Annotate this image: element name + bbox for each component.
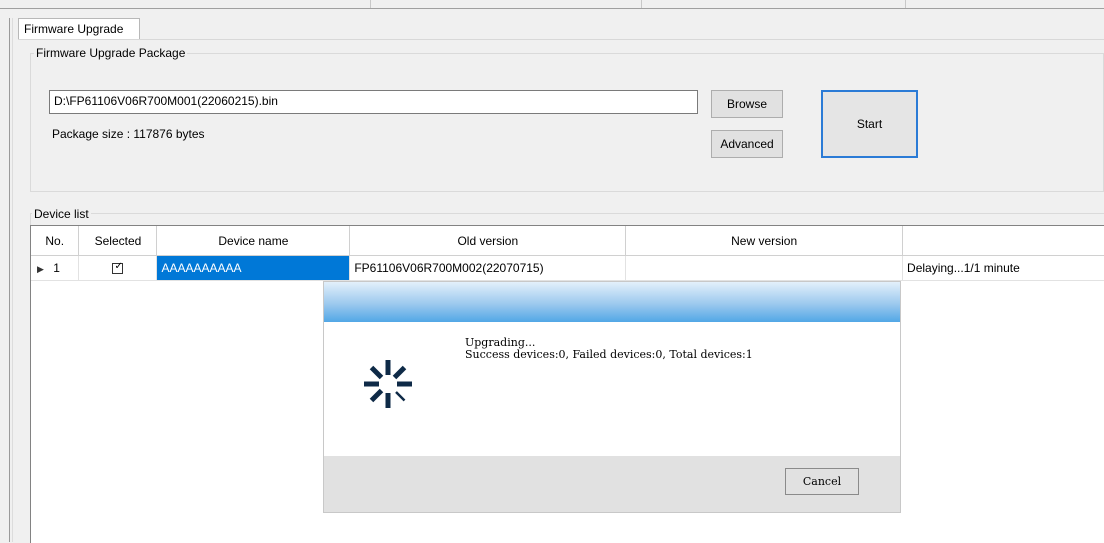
device-list-group-label: Device list [32,207,91,221]
upgrade-progress-dialog: Upgrading... Success devices:0, Failed d… [324,282,900,512]
firmware-package-group [30,53,1104,192]
row-pointer-icon: ▶ [37,264,44,274]
upgrade-status-message: Upgrading... Success devices:0, Failed d… [465,337,753,361]
selected-cell[interactable]: ✓ [78,255,158,281]
checkbox-checked-icon[interactable]: ✓ [112,261,124,275]
row-number: 1 [53,261,60,275]
dialog-title-bar[interactable] [324,282,900,322]
tab-strip-separator [905,0,906,8]
top-tab-strip [0,0,1104,9]
loading-spinner-icon [364,360,412,408]
browse-button[interactable]: Browse [711,90,783,118]
package-path-field[interactable]: D:\FP61106V06R700M001(22060215).bin [49,90,698,114]
new-version-cell[interactable] [625,255,904,281]
tab-strip-separator [641,0,642,8]
col-header-no[interactable]: No. [31,226,80,256]
col-header-status[interactable] [902,226,1104,256]
device-table: No. Selected Device name Old version New… [31,226,1104,281]
advanced-button[interactable]: Advanced [711,130,783,158]
window-left-border-inner [12,18,13,542]
col-header-selected[interactable]: Selected [78,226,158,256]
table-header-row: No. Selected Device name Old version New… [31,226,1104,256]
col-header-device-name[interactable]: Device name [156,226,351,256]
tab-firmware-upgrade[interactable]: Firmware Upgrade [18,18,140,40]
status-cell[interactable]: Delaying...1/1 minute [902,255,1104,281]
cancel-button[interactable]: Cancel [785,468,859,495]
col-header-old-version[interactable]: Old version [349,226,627,256]
package-size-text: Package size : 117876 bytes [52,127,205,141]
row-number-cell: ▶ 1 [31,255,80,281]
tab-underline [18,39,1104,40]
firmware-package-group-label: Firmware Upgrade Package [34,46,188,60]
device-name-cell[interactable]: AAAAAAAAAA [156,255,351,281]
tab-strip-separator [370,0,371,8]
window-left-border [9,18,10,542]
start-button[interactable]: Start [821,90,918,158]
upgrade-status-line2: Success devices:0, Failed devices:0, Tot… [465,348,753,361]
col-header-new-version[interactable]: New version [625,226,904,256]
old-version-cell[interactable]: FP61106V06R700M002(22070715) [349,255,627,281]
table-row[interactable]: ▶ 1 ✓ AAAAAAAAAA FP61106V06R700M002(2207… [31,255,1104,281]
